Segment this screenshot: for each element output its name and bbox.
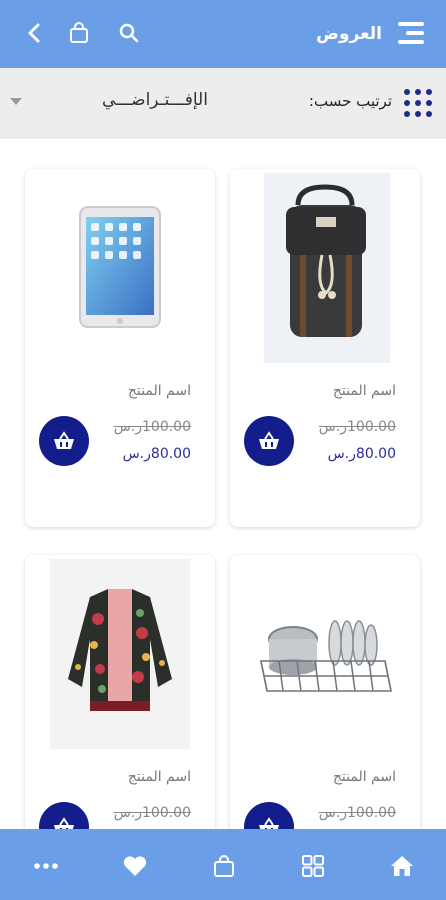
sort-dropdown[interactable]: الإفـــتـراضـــي	[60, 90, 250, 110]
product-name: اسم المنتج	[127, 383, 191, 399]
product-image-backpack	[238, 173, 412, 363]
add-to-cart-button[interactable]	[244, 802, 294, 829]
product-old-price: 100.00ر.س	[318, 419, 396, 435]
product-old-price: 100.00ر.س	[113, 419, 191, 435]
sort-label: ترتيب حسب:	[308, 92, 392, 110]
nav-favorites[interactable]	[120, 851, 150, 881]
product-new-price: 80.00ر.س	[122, 446, 191, 462]
grid-dots-icon[interactable]	[404, 89, 432, 117]
search-button[interactable]	[114, 18, 144, 48]
add-to-cart-button[interactable]	[39, 416, 89, 466]
product-card[interactable]: اسم المنتج 100.00ر.س	[25, 555, 215, 829]
product-old-price: 100.00ر.س	[113, 805, 191, 821]
product-name: اسم المنتج	[332, 769, 396, 785]
bottom-navigation	[0, 829, 446, 900]
back-button[interactable]	[20, 18, 50, 48]
product-grid: اسم المنتج 100.00ر.س 80.00ر.س اسم المنتج…	[0, 139, 446, 829]
search-icon	[119, 23, 139, 43]
nav-more[interactable]	[31, 851, 61, 881]
nav-cart[interactable]	[209, 851, 239, 881]
page-title: العروض	[316, 24, 382, 44]
product-old-price: 100.00ر.س	[318, 805, 396, 821]
product-image-floral-jacket	[33, 559, 207, 749]
basket-icon	[259, 431, 279, 449]
product-card[interactable]: اسم المنتج 100.00ر.س 80.00ر.س	[230, 169, 420, 527]
product-image-dishwasher-rack	[238, 559, 412, 749]
product-new-price: 80.00ر.س	[327, 446, 396, 462]
nav-categories[interactable]	[298, 851, 328, 881]
bag-icon	[70, 22, 88, 43]
heart-icon	[123, 856, 147, 876]
dropdown-caret-icon[interactable]	[10, 98, 22, 105]
bag-icon	[214, 855, 234, 877]
add-to-cart-button[interactable]	[244, 416, 294, 466]
product-image-tablet	[33, 173, 207, 363]
basket-icon	[54, 431, 74, 449]
add-to-cart-button[interactable]	[39, 802, 89, 829]
menu-button[interactable]	[396, 18, 426, 48]
menu-icon	[398, 22, 424, 44]
app-header: العروض	[0, 0, 446, 68]
product-card[interactable]: اسم المنتج 100.00ر.س 80.00ر.س	[25, 169, 215, 527]
nav-home[interactable]	[387, 851, 417, 881]
product-card[interactable]: اسم المنتج 100.00ر.س	[230, 555, 420, 829]
back-icon	[28, 23, 40, 43]
product-name: اسم المنتج	[127, 769, 191, 785]
categories-icon	[302, 855, 324, 877]
product-name: اسم المنتج	[332, 383, 396, 399]
bag-button[interactable]	[64, 18, 94, 48]
home-icon	[391, 856, 413, 876]
basket-icon	[54, 817, 74, 829]
more-icon	[34, 863, 58, 869]
basket-icon	[259, 817, 279, 829]
